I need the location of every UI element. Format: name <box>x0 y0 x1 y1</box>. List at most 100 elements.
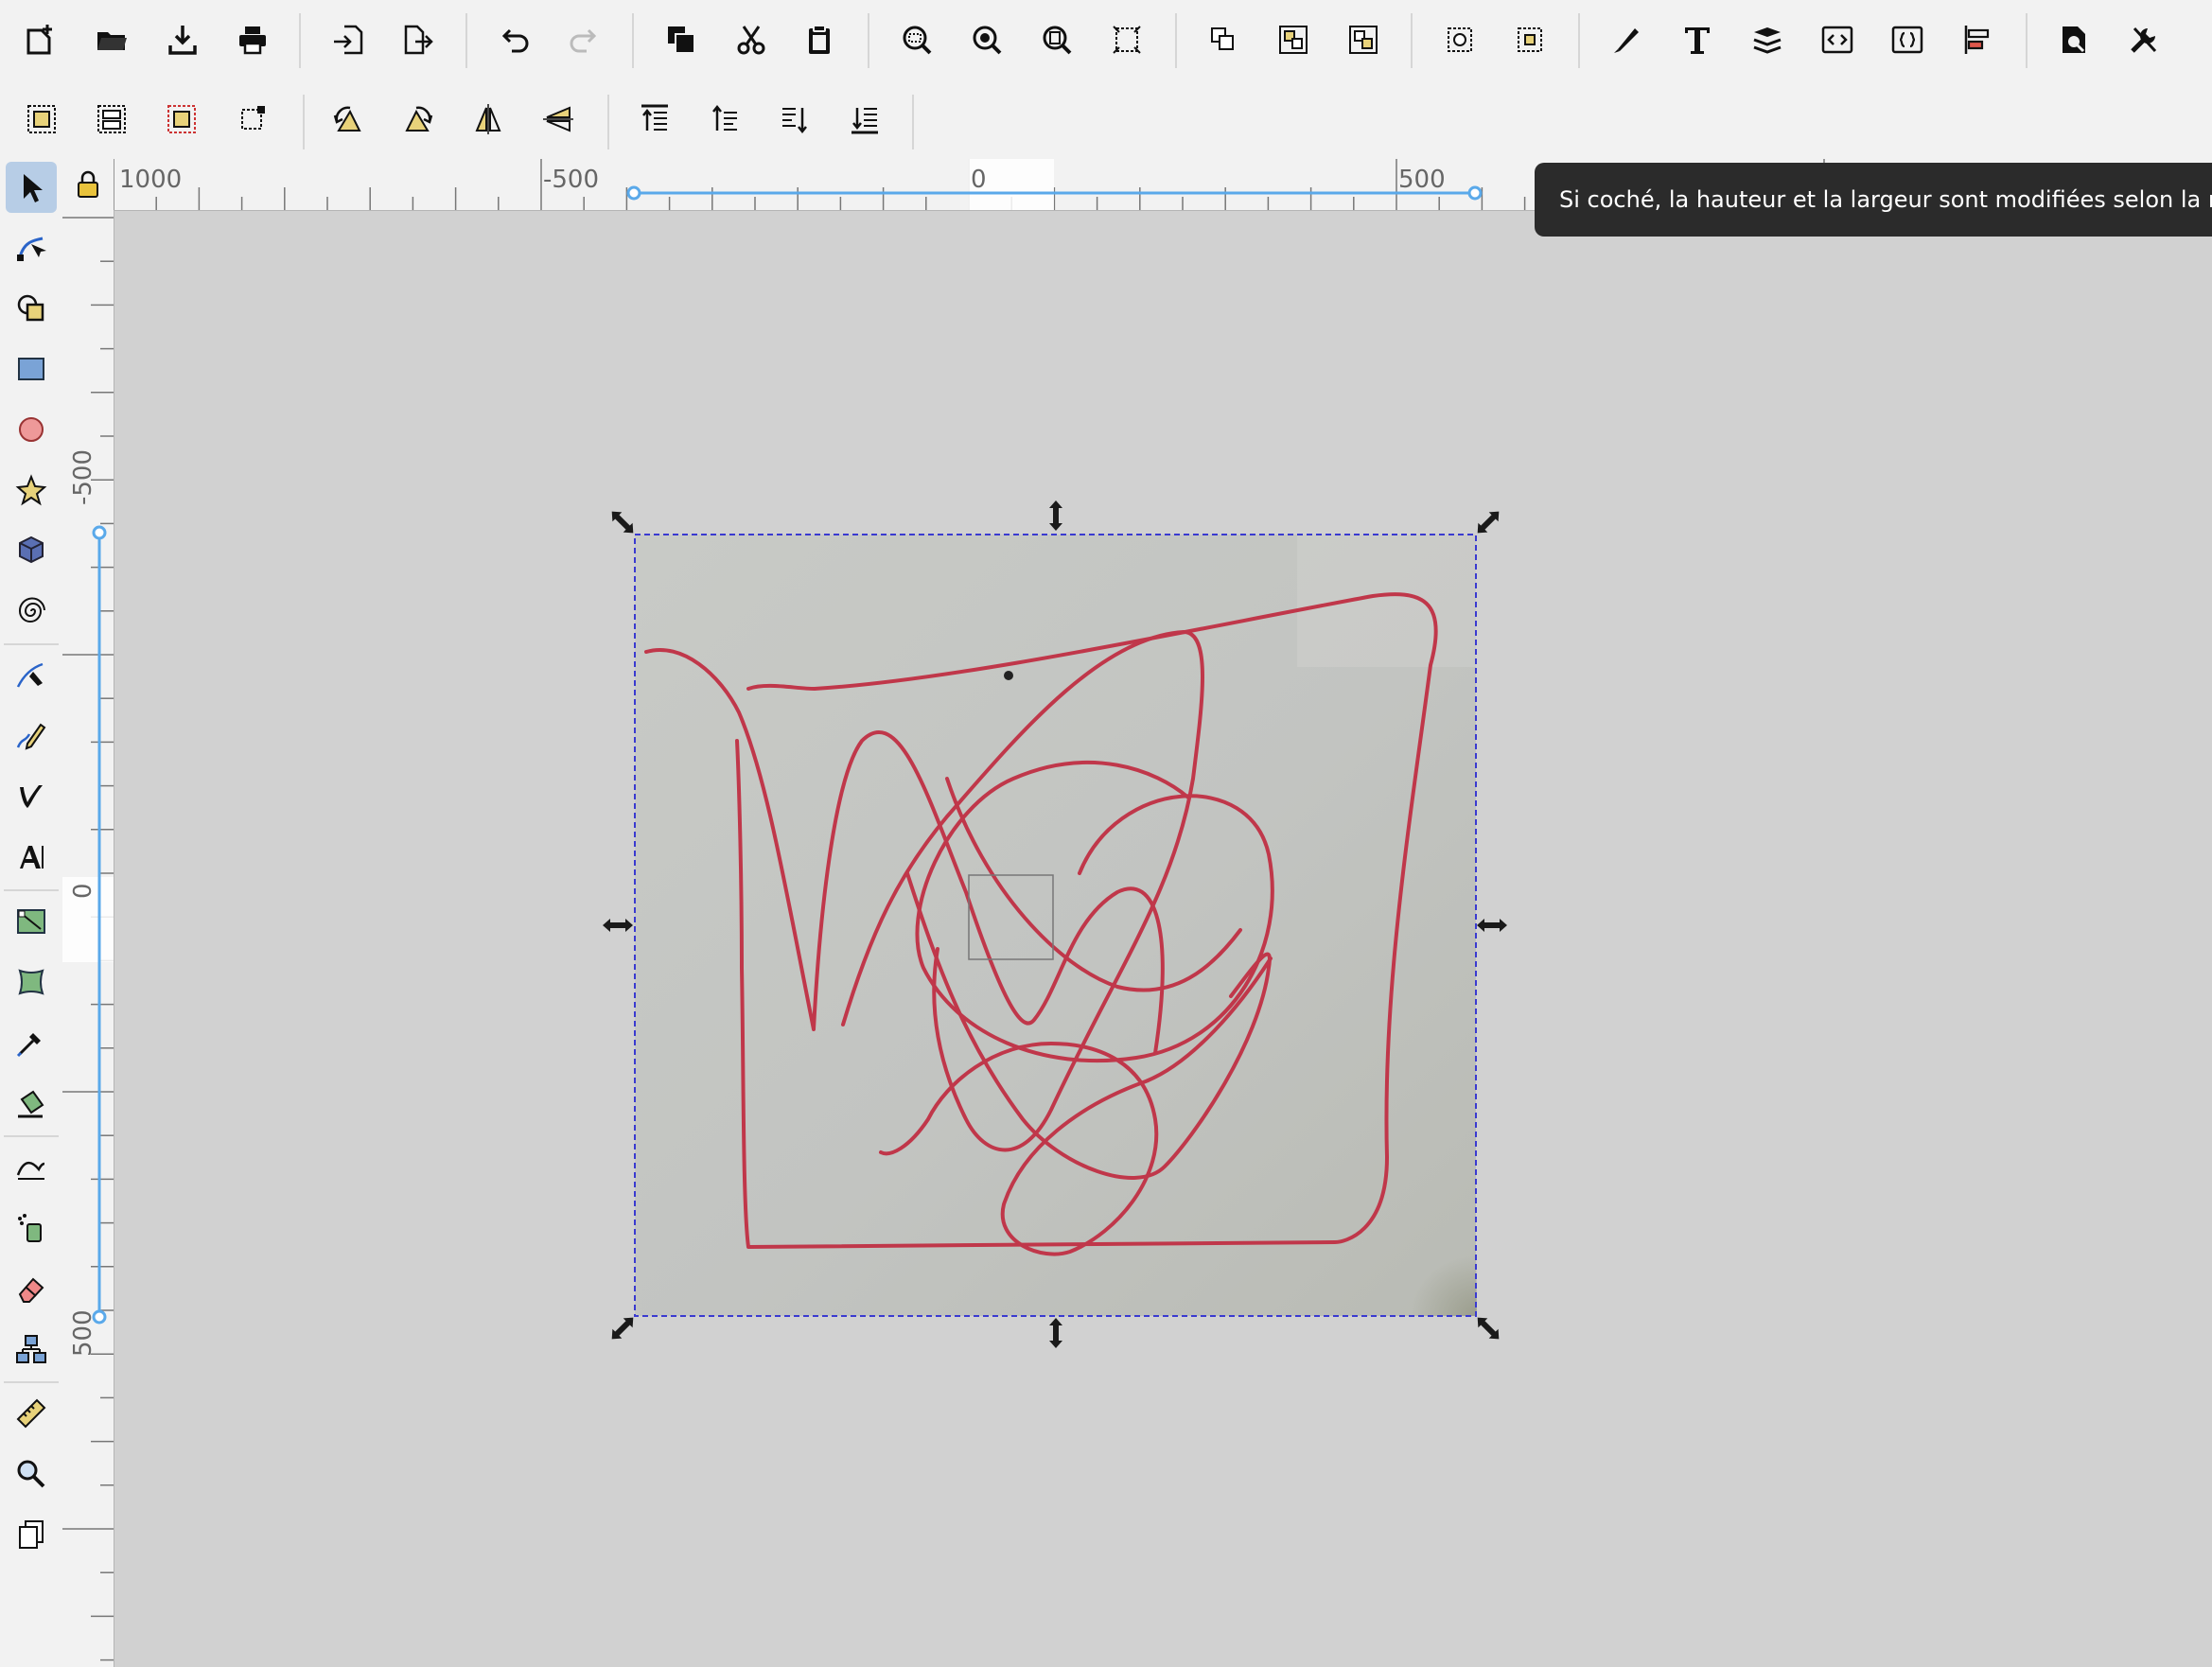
import-icon[interactable] <box>322 13 375 66</box>
selector-tool[interactable] <box>6 162 57 213</box>
ellipse-icon <box>19 417 44 442</box>
resize-handle-e[interactable] <box>1477 919 1507 932</box>
resize-handle-w[interactable] <box>603 919 633 932</box>
box3d-tool[interactable] <box>6 525 57 576</box>
transform-handles-icon[interactable] <box>225 93 278 146</box>
eraser-tool[interactable] <box>6 1263 57 1314</box>
paint-bucket-tool[interactable] <box>6 1078 57 1129</box>
flip-vertical-icon[interactable] <box>532 93 585 146</box>
pages-tool[interactable] <box>6 1509 57 1560</box>
node-icon <box>17 237 46 261</box>
gradient-tool[interactable] <box>6 896 57 947</box>
zoom-page-width-icon[interactable] <box>1100 13 1153 66</box>
raise-to-top-icon[interactable] <box>628 93 681 146</box>
resize-handle-sw[interactable] <box>607 1313 639 1344</box>
new-document-icon[interactable] <box>13 13 66 66</box>
ruler-label: 0 <box>971 166 987 194</box>
shape-builder-icon <box>17 294 44 322</box>
separator <box>1411 13 1413 68</box>
preferences-icon[interactable] <box>2117 13 2170 66</box>
connector-icon <box>16 1335 46 1363</box>
redo-icon[interactable] <box>558 13 611 66</box>
duplicate-icon[interactable] <box>655 13 708 66</box>
deselect-icon[interactable] <box>155 93 208 146</box>
flip-horizontal-icon[interactable] <box>462 93 515 146</box>
dropper-icon <box>16 1033 41 1058</box>
separator <box>2026 13 2028 68</box>
ruler-selection-start-handle[interactable] <box>92 525 107 540</box>
open-icon[interactable] <box>85 13 138 66</box>
convert-to-path-icon[interactable] <box>1503 13 1556 66</box>
toolbox-separator <box>4 643 59 645</box>
ruler-selection-end-handle[interactable] <box>1467 185 1483 201</box>
commands-bar <box>0 0 2212 81</box>
zoom-page-icon[interactable] <box>1030 13 1083 66</box>
group-icon[interactable] <box>1197 13 1250 66</box>
spiral-tool[interactable] <box>6 586 57 637</box>
lower-to-bottom-icon[interactable] <box>838 93 891 146</box>
text-tool[interactable] <box>6 832 57 883</box>
toolbox-separator <box>4 1135 59 1137</box>
calligraphy-tool[interactable] <box>6 771 57 822</box>
select-all-in-all-layers-icon[interactable] <box>85 93 138 146</box>
mesh-tool[interactable] <box>6 956 57 1008</box>
export-icon[interactable] <box>391 13 444 66</box>
connector-tool[interactable] <box>6 1324 57 1375</box>
unlink-clone-icon[interactable] <box>1433 13 1486 66</box>
pages-icon <box>19 1520 44 1549</box>
align-and-distribute-icon[interactable] <box>1951 13 2004 66</box>
vertical-ruler[interactable]: -500 0 500 <box>62 210 114 1667</box>
rotate-ccw-icon[interactable] <box>322 93 375 146</box>
raise-icon[interactable] <box>698 93 751 146</box>
tweak-tool[interactable] <box>6 1142 57 1193</box>
lower-icon[interactable] <box>768 93 821 146</box>
selectors-icon[interactable] <box>1881 13 1934 66</box>
dropper-tool[interactable] <box>6 1017 57 1068</box>
separator <box>303 95 305 149</box>
zoom-selection-icon[interactable] <box>890 13 943 66</box>
paste-icon[interactable] <box>793 13 846 66</box>
zoom-tool[interactable] <box>6 1448 57 1500</box>
ruler-label: -500 <box>69 449 97 505</box>
rotate-cw-icon[interactable] <box>392 93 445 146</box>
pen-tool[interactable] <box>6 650 57 701</box>
ungroup-icon[interactable] <box>1267 13 1320 66</box>
document-properties-icon[interactable] <box>2047 13 2100 66</box>
measure-tool[interactable] <box>6 1388 57 1439</box>
xml-editor-icon[interactable] <box>1811 13 1864 66</box>
save-icon[interactable] <box>156 13 209 66</box>
resize-handle-ne[interactable] <box>1473 507 1504 538</box>
toolbox <box>0 159 63 1667</box>
print-icon[interactable] <box>226 13 279 66</box>
pencil-tool[interactable] <box>6 711 57 762</box>
resize-handle-s[interactable] <box>1049 1318 1062 1348</box>
cut-icon[interactable] <box>725 13 778 66</box>
resize-handle-n[interactable] <box>1049 500 1062 531</box>
ruler-selection-start-handle[interactable] <box>626 185 641 201</box>
star-tool[interactable] <box>6 465 57 516</box>
resize-handle-se[interactable] <box>1473 1313 1504 1344</box>
clone-icon[interactable] <box>1337 13 1390 66</box>
spray-tool[interactable] <box>6 1202 57 1254</box>
resize-handle-nw[interactable] <box>607 507 639 538</box>
separator <box>632 13 634 68</box>
ellipse-tool[interactable] <box>6 404 57 455</box>
shape-builder-tool[interactable] <box>6 283 57 334</box>
layers-icon[interactable] <box>1741 13 1794 66</box>
zoom-drawing-icon[interactable] <box>960 13 1013 66</box>
scribble-image[interactable] <box>635 535 1477 1316</box>
rectangle-tool[interactable] <box>6 343 57 395</box>
undo-icon[interactable] <box>487 13 540 66</box>
text-and-font-icon[interactable] <box>1671 13 1724 66</box>
text-icon <box>20 846 44 869</box>
ruler-lock[interactable] <box>62 159 114 211</box>
node-tool[interactable] <box>6 222 57 273</box>
arrow-cursor-icon <box>24 174 43 202</box>
tweak-icon <box>16 1162 45 1180</box>
ruler-label: 0 <box>69 883 97 899</box>
select-all-icon[interactable] <box>15 93 68 146</box>
calligraphy-icon <box>20 785 43 808</box>
fill-and-stroke-icon[interactable] <box>1601 13 1654 66</box>
separator <box>299 13 301 68</box>
canvas[interactable] <box>114 211 2212 1667</box>
